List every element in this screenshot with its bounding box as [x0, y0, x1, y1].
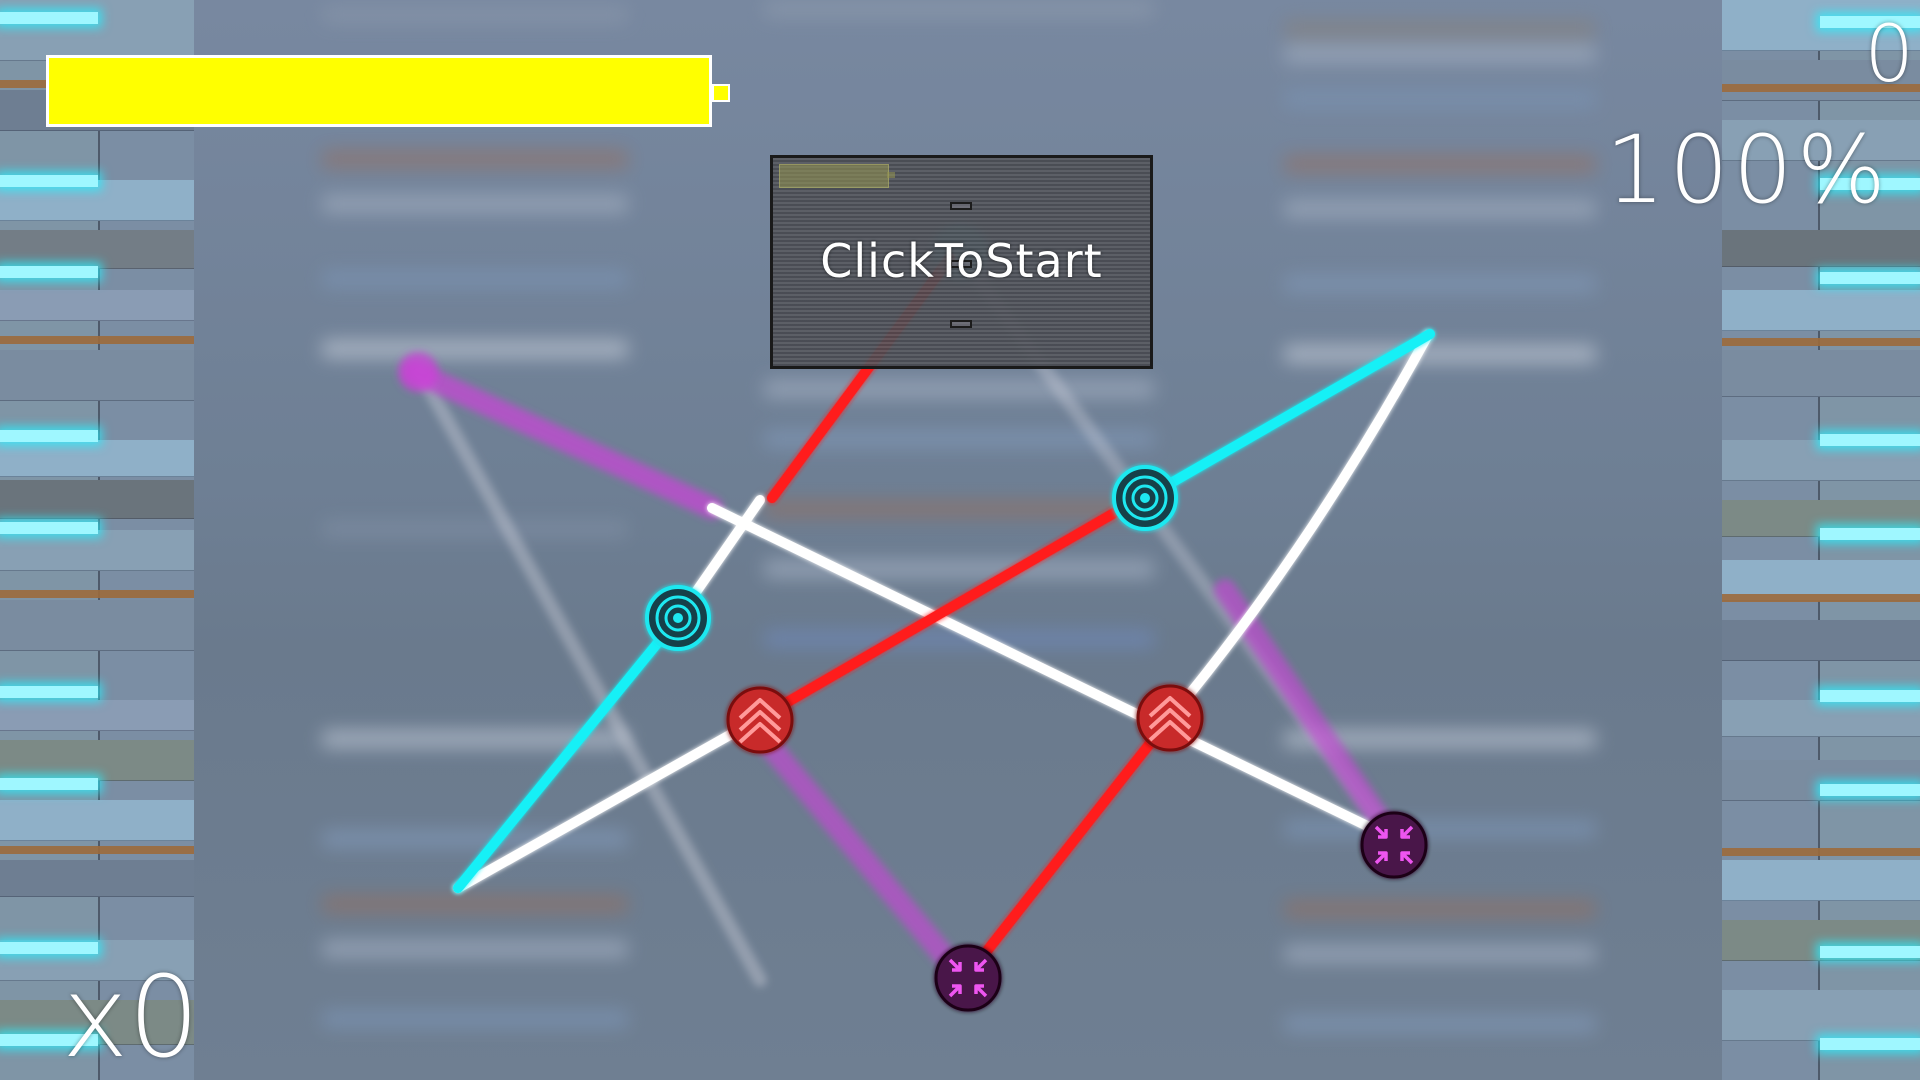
- connector-white-3: [453, 713, 765, 893]
- flick-note[interactable]: [1136, 684, 1204, 752]
- connector-red-3: [963, 713, 1175, 980]
- flick-note[interactable]: [726, 686, 794, 754]
- connector-white-4: [1165, 330, 1433, 723]
- combo-counter: x0: [62, 953, 200, 1080]
- tap-note[interactable]: [645, 585, 711, 651]
- click-to-start-button[interactable]: ClickToStart: [770, 155, 1153, 369]
- preview-health-bar: [779, 164, 889, 188]
- health-bar-cap: [712, 84, 730, 102]
- accuracy-display: 100%: [1605, 116, 1890, 225]
- game-stage[interactable]: 0 100% x0 ClickToStart: [0, 0, 1920, 1080]
- tap-note[interactable]: [1112, 465, 1178, 531]
- hold-note[interactable]: [1360, 811, 1428, 879]
- connector-cyan-2: [453, 613, 683, 893]
- preview-tick-bottom: [950, 320, 972, 328]
- hold-trail-bottom: [754, 729, 971, 986]
- hold-note[interactable]: [934, 944, 1002, 1012]
- hold-start-glow: [398, 352, 438, 392]
- score-display: 0: [1864, 10, 1916, 100]
- preview-health-bar-cap: [887, 172, 895, 178]
- preview-tick-top: [950, 202, 972, 210]
- click-to-start-label: ClickToStart: [820, 234, 1103, 288]
- health-bar: [46, 55, 712, 127]
